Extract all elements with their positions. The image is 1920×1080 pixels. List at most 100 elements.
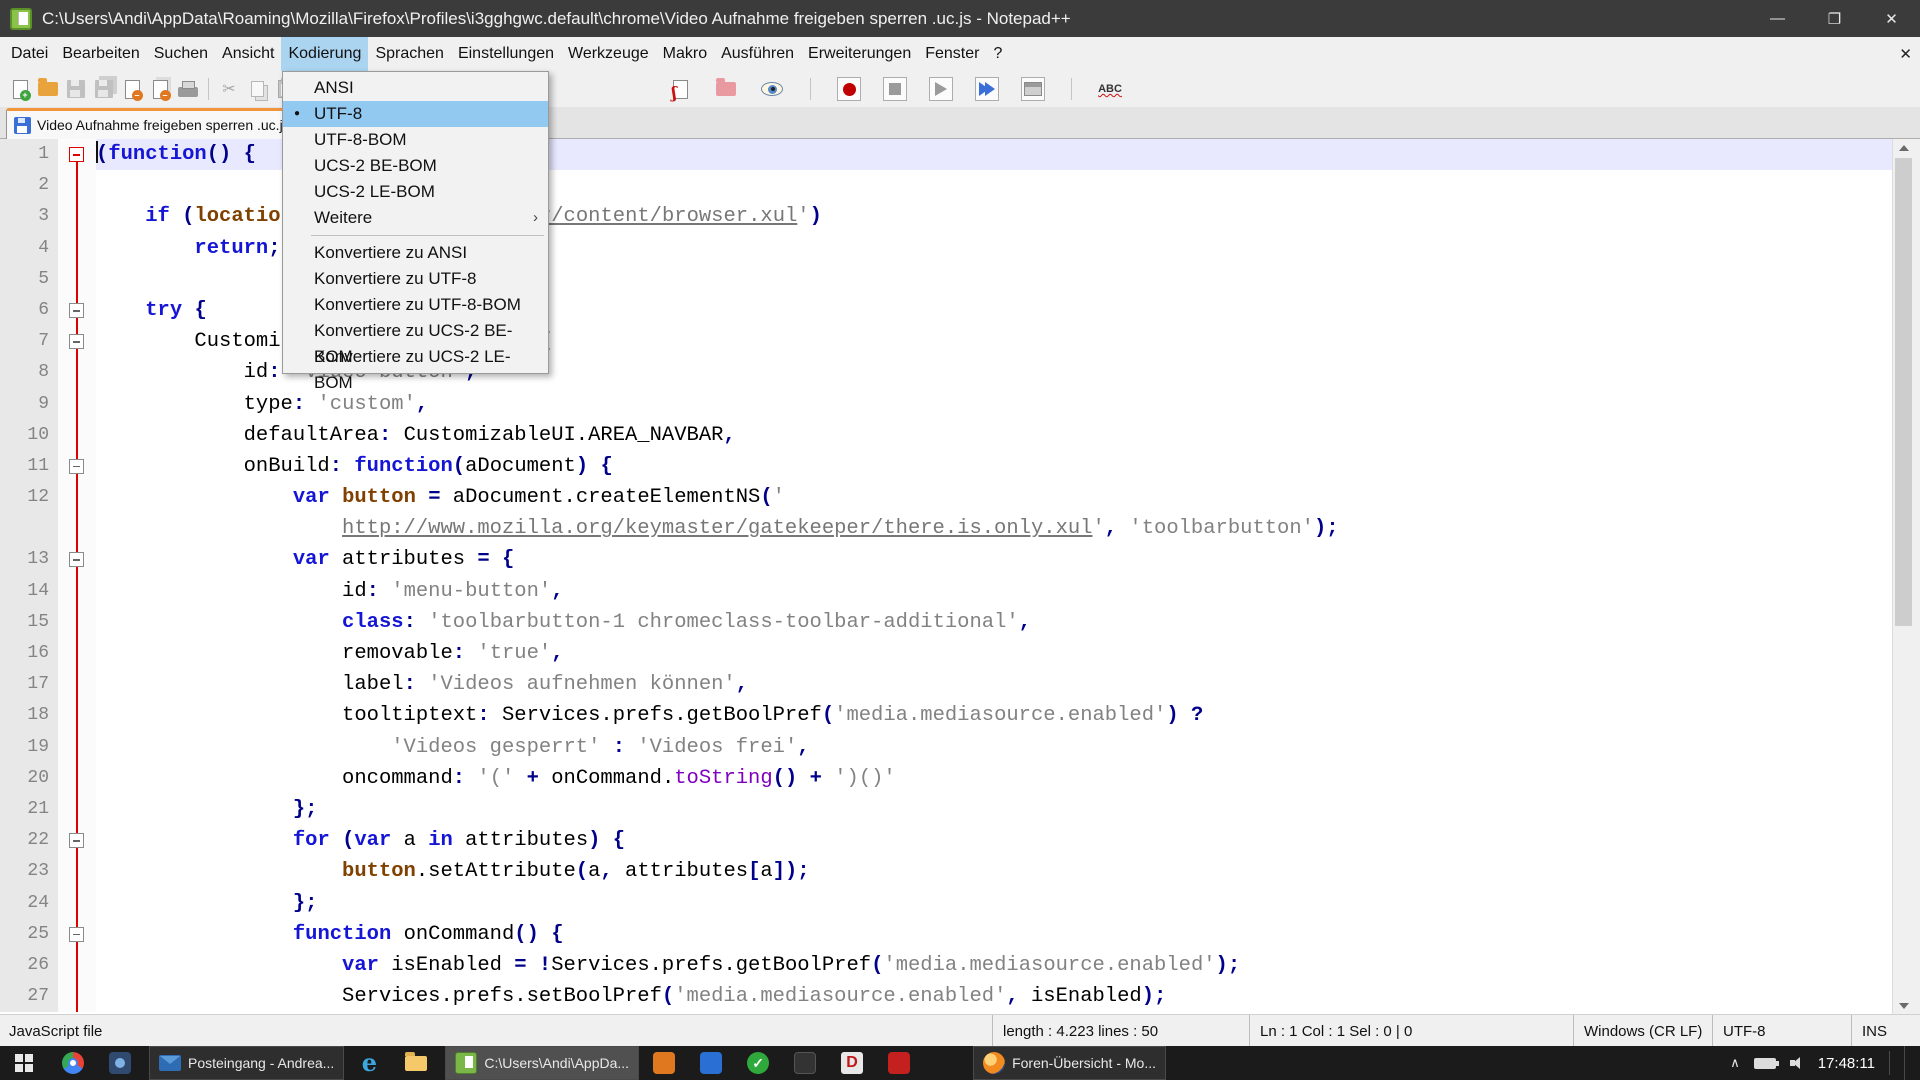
menu-item-fenster[interactable]: Fenster (918, 37, 986, 71)
spellcheck-icon[interactable]: ABC (1098, 77, 1122, 101)
code-text[interactable]: button.setAttribute(a, attributes[a]); (96, 856, 1892, 887)
fold-margin[interactable] (58, 295, 96, 326)
vertical-scrollbar[interactable] (1892, 139, 1913, 1014)
fold-margin[interactable] (58, 420, 96, 451)
encoding-menu-item-ucs-2-le-bom[interactable]: UCS-2 LE-BOM (283, 179, 548, 205)
fold-collapse-icon[interactable] (69, 334, 84, 349)
fold-collapse-icon[interactable] (69, 303, 84, 318)
fold-collapse-icon[interactable] (69, 147, 84, 162)
fold-margin[interactable] (58, 856, 96, 887)
menu-item-makro[interactable]: Makro (656, 37, 714, 71)
fold-margin[interactable] (58, 264, 96, 295)
blue-app-icon[interactable] (689, 1046, 733, 1080)
code-text[interactable]: var button = aDocument.createElementNS(' (96, 482, 1892, 513)
code-line[interactable]: 25 function onCommand() { (0, 919, 1892, 950)
session-folder-icon[interactable] (714, 77, 738, 101)
code-text[interactable]: var attributes = { (96, 544, 1892, 575)
tray-chevron-icon[interactable]: ∧ (1730, 1055, 1740, 1071)
menu-item-ausf-hren[interactable]: Ausführen (714, 37, 801, 71)
fold-margin[interactable] (58, 170, 96, 201)
minimize-button[interactable]: — (1749, 0, 1806, 37)
fold-margin[interactable] (58, 513, 96, 544)
code-line[interactable]: 13 var attributes = { (0, 544, 1892, 575)
close-all-icon[interactable]: – (148, 77, 172, 101)
fold-margin[interactable] (58, 607, 96, 638)
menu-item-kodierung[interactable]: Kodierung (281, 37, 368, 71)
code-text[interactable]: }; (96, 794, 1892, 825)
scrollbar-thumb[interactable] (1895, 158, 1912, 626)
encoding-menu-item-weitere[interactable]: Weitere› (283, 205, 548, 231)
fold-margin[interactable] (58, 888, 96, 919)
code-line[interactable]: 9 type: 'custom', (0, 389, 1892, 420)
fold-margin[interactable] (58, 825, 96, 856)
orange-app-icon[interactable] (642, 1046, 686, 1080)
code-text[interactable]: label: 'Videos aufnehmen können', (96, 669, 1892, 700)
code-line[interactable]: 23 button.setAttribute(a, attributes[a])… (0, 856, 1892, 887)
macro-record-icon[interactable] (837, 77, 861, 101)
code-line[interactable]: 10 defaultArea: CustomizableUI.AREA_NAVB… (0, 420, 1892, 451)
fold-margin[interactable] (58, 981, 96, 1012)
edge-icon[interactable]: e (347, 1046, 391, 1080)
scroll-up-icon[interactable] (1893, 139, 1914, 156)
encoding-menu-item-konvertiere-zu-utf-8[interactable]: Konvertiere zu UTF-8 (283, 266, 548, 292)
code-line[interactable]: 20 oncommand: '(' + onCommand.toString()… (0, 763, 1892, 794)
fold-margin[interactable] (58, 576, 96, 607)
dark-app-icon[interactable] (98, 1046, 142, 1080)
macro-run-multiple-icon[interactable] (975, 77, 999, 101)
fold-margin[interactable] (58, 139, 96, 170)
menu-item-werkzeuge[interactable]: Werkzeuge (561, 37, 656, 71)
code-line-wrap[interactable]: http://www.mozilla.org/keymaster/gatekee… (0, 513, 1892, 544)
fold-margin[interactable] (58, 794, 96, 825)
fold-margin[interactable] (58, 669, 96, 700)
fold-margin[interactable] (58, 482, 96, 513)
menu-item-einstellungen[interactable]: Einstellungen (451, 37, 561, 71)
code-text[interactable]: onBuild: function(aDocument) { (96, 451, 1892, 482)
fold-margin[interactable] (58, 700, 96, 731)
save-icon[interactable] (64, 77, 88, 101)
fold-margin[interactable] (58, 950, 96, 981)
fold-margin[interactable] (58, 763, 96, 794)
code-line[interactable]: 12 var button = aDocument.createElementN… (0, 482, 1892, 513)
new-file-icon[interactable]: + (8, 77, 32, 101)
menu-item--[interactable]: ? (986, 37, 1009, 71)
close-doc-icon[interactable]: – (120, 77, 144, 101)
code-line[interactable]: 17 label: 'Videos aufnehmen können', (0, 669, 1892, 700)
fold-margin[interactable] (58, 544, 96, 575)
menu-item-bearbeiten[interactable]: Bearbeiten (55, 37, 146, 71)
volume-icon[interactable] (1790, 1057, 1804, 1069)
code-text[interactable]: Services.prefs.setBoolPref('media.medias… (96, 981, 1892, 1012)
macro-save-icon[interactable] (1021, 77, 1045, 101)
code-text[interactable]: function onCommand() { (96, 919, 1892, 950)
restore-button[interactable]: ❐ (1806, 0, 1863, 37)
code-line[interactable]: 15 class: 'toolbarbutton-1 chromeclass-t… (0, 607, 1892, 638)
code-text[interactable]: for (var a in attributes) { (96, 825, 1892, 856)
fold-margin[interactable] (58, 919, 96, 950)
code-text[interactable]: removable: 'true', (96, 638, 1892, 669)
menu-item-ansicht[interactable]: Ansicht (215, 37, 281, 71)
fold-margin[interactable] (58, 233, 96, 264)
red-app-icon[interactable] (877, 1046, 921, 1080)
menu-item-datei[interactable]: Datei (4, 37, 55, 71)
fold-collapse-icon[interactable] (69, 459, 84, 474)
fold-margin[interactable] (58, 326, 96, 357)
code-line[interactable]: 24 }; (0, 888, 1892, 919)
code-text[interactable]: class: 'toolbarbutton-1 chromeclass-tool… (96, 607, 1892, 638)
save-all-icon[interactable] (92, 77, 116, 101)
fold-margin[interactable] (58, 201, 96, 232)
fold-margin[interactable] (58, 389, 96, 420)
open-file-icon[interactable] (36, 77, 60, 101)
code-line[interactable]: 14 id: 'menu-button', (0, 576, 1892, 607)
encoding-menu-item-utf-8-bom[interactable]: UTF-8-BOM (283, 127, 548, 153)
firefox-window-button[interactable]: Foren-Übersicht - Mo... (973, 1046, 1166, 1080)
cut-icon[interactable]: ✂ (217, 77, 241, 101)
encoding-menu-item-utf-8[interactable]: UTF-8● (283, 101, 548, 127)
code-text[interactable]: type: 'custom', (96, 389, 1892, 420)
view-eye-icon[interactable] (760, 77, 784, 101)
encoding-menu-item-konvertiere-zu-ucs-2-be-bom[interactable]: Konvertiere zu UCS-2 BE-BOM (283, 318, 548, 344)
encoding-menu-item-konvertiere-zu-ansi[interactable]: Konvertiere zu ANSI (283, 240, 548, 266)
code-text[interactable]: oncommand: '(' + onCommand.toString() + … (96, 763, 1892, 794)
code-text[interactable]: }; (96, 888, 1892, 919)
code-line[interactable]: 11 onBuild: function(aDocument) { (0, 451, 1892, 482)
code-text[interactable]: tooltiptext: Services.prefs.getBoolPref(… (96, 700, 1892, 731)
doc-monitor-icon[interactable]: ʃ (668, 77, 692, 101)
